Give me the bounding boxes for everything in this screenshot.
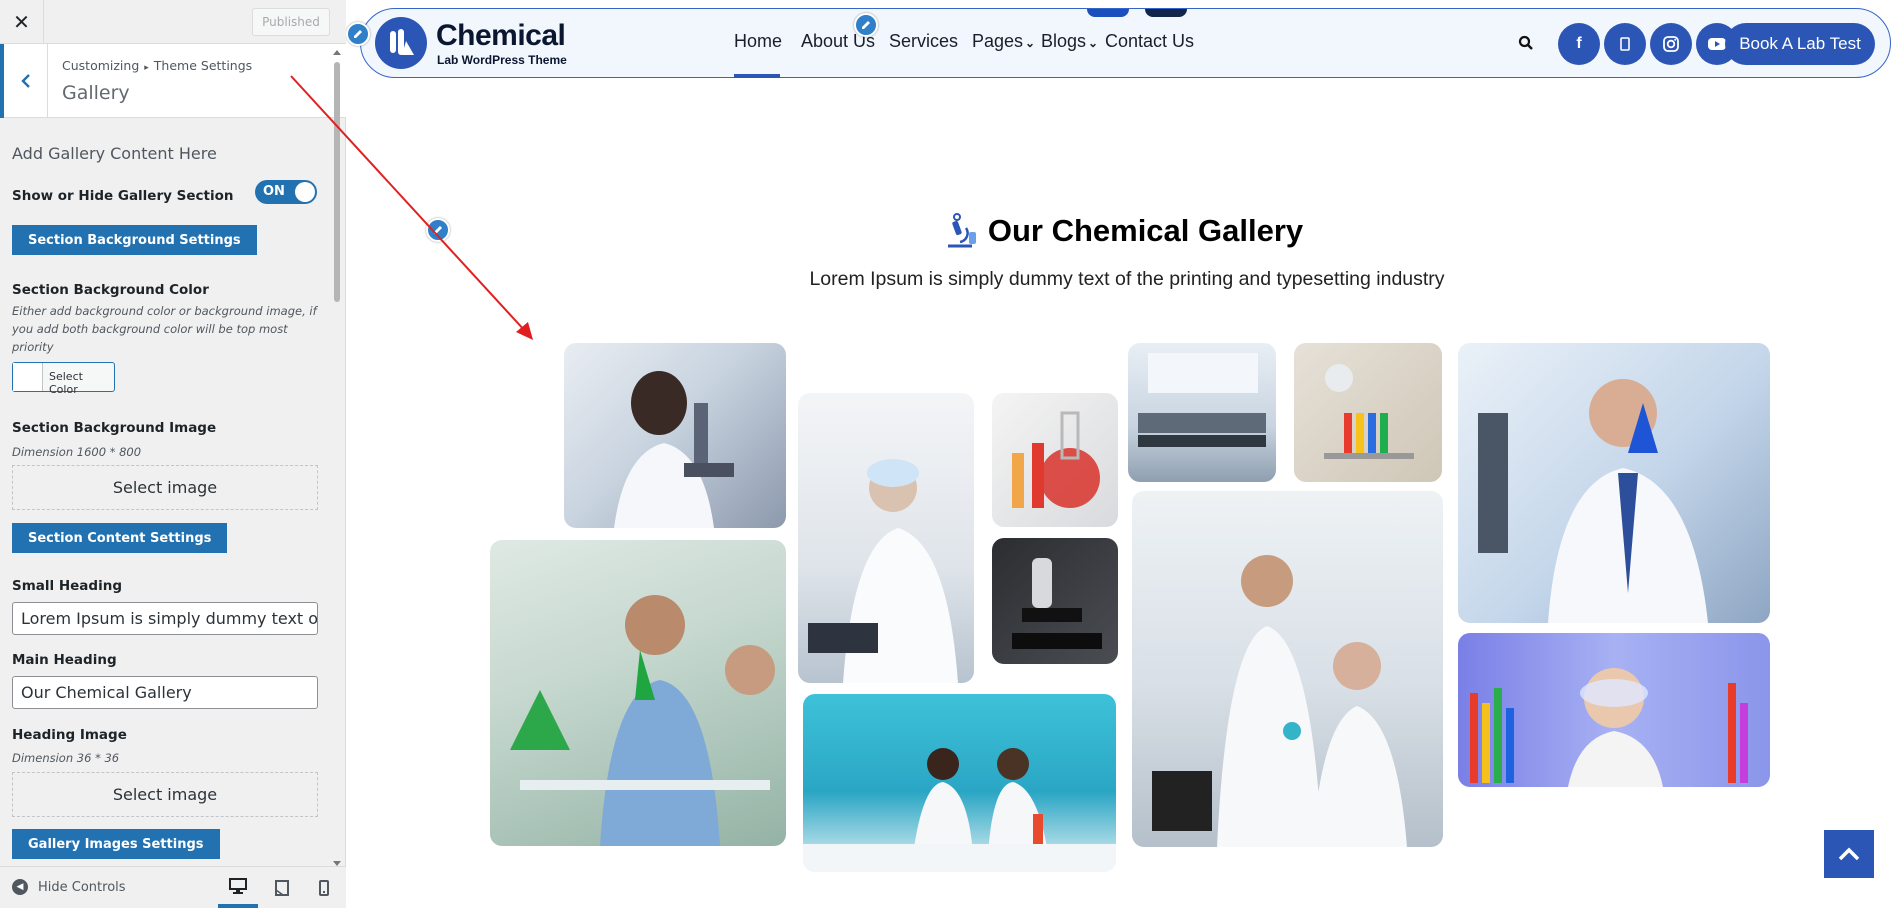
customizer-topbar: ✕ Published: [0, 0, 346, 44]
sidebar-scrollbar[interactable]: [332, 50, 342, 866]
gallery-subtitle: Lorem Ipsum is simply dummy text of the …: [809, 268, 1445, 290]
tablet-preview-button[interactable]: [262, 867, 302, 908]
gallery-image-test-tubes[interactable]: [1294, 343, 1442, 482]
edit-shortcut-pencil-icon[interactable]: [854, 13, 878, 37]
section-title: Gallery: [62, 82, 130, 104]
gallery-image-lab-room[interactable]: [1128, 343, 1276, 482]
section-header: Customizing ▸ Theme Settings Gallery: [0, 44, 346, 118]
close-customizer-button[interactable]: ✕: [0, 0, 44, 44]
mobile-icon: [319, 879, 329, 896]
chevron-down-icon: ⌄: [1025, 36, 1036, 50]
mobile-preview-button[interactable]: [304, 867, 344, 908]
mobile-icon[interactable]: [1604, 23, 1646, 65]
chevron-down-icon: ⌄: [1088, 36, 1099, 50]
nav-blogs[interactable]: Blogs ⌄: [1041, 31, 1098, 52]
gallery-image-lab-team[interactable]: [490, 540, 786, 846]
section-background-settings-button[interactable]: Section Background Settings: [12, 225, 257, 255]
book-lab-test-button[interactable]: Book A Lab Test: [1725, 23, 1875, 65]
section-content-settings-button[interactable]: Section Content Settings: [12, 523, 228, 553]
instagram-icon[interactable]: [1650, 23, 1692, 65]
select-bg-image-button[interactable]: Select image: [12, 465, 318, 510]
main-heading-input[interactable]: Our Chemical Gallery: [12, 676, 318, 709]
breadcrumb-separator-icon: ▸: [144, 63, 149, 73]
select-color-label: Select Color: [49, 370, 83, 396]
gallery-heading: Our Chemical Gallery: [346, 212, 1899, 250]
bg-color-description: Either add background color or backgroun…: [12, 304, 317, 354]
close-icon: ✕: [13, 10, 30, 34]
flask-logo-icon: [390, 29, 414, 55]
breadcrumb-theme-settings: Theme Settings: [153, 58, 253, 73]
gallery-image-microscope-scientist[interactable]: [564, 343, 786, 528]
chevron-left-icon: [20, 74, 30, 88]
nav-home[interactable]: Home: [734, 31, 782, 52]
microscope-heading-icon: [947, 213, 976, 248]
nav-active-indicator: [734, 74, 780, 78]
bg-color-label: Section Background Color: [12, 282, 209, 298]
hide-controls-icon: ◀: [12, 879, 28, 895]
published-button[interactable]: Published: [252, 8, 330, 36]
gallery-intro-text: Add Gallery Content Here: [12, 144, 217, 163]
logo-title[interactable]: Chemical: [436, 19, 566, 53]
color-swatch: [13, 363, 43, 391]
nav-pages-label: Pages: [972, 31, 1024, 51]
breadcrumb-customizing: Customizing: [62, 58, 140, 73]
bg-image-label: Section Background Image: [12, 420, 217, 436]
nav-blogs-label: Blogs: [1041, 31, 1087, 51]
show-gallery-toggle[interactable]: ON: [255, 180, 317, 204]
header-accent-tab: [1087, 9, 1129, 17]
customizer-footer: ◀ Hide Controls: [0, 866, 346, 908]
site-header: Chemical Lab WordPress Theme Home About …: [360, 8, 1891, 78]
gallery-image-lab-workers-blue[interactable]: [803, 694, 1116, 872]
nav-pages[interactable]: Pages ⌄: [972, 31, 1035, 52]
gallery-image-colorful-tubes[interactable]: [1458, 633, 1770, 787]
desktop-preview-button[interactable]: [218, 867, 258, 908]
site-logo[interactable]: [375, 17, 427, 69]
search-icon[interactable]: [1518, 35, 1534, 56]
facebook-icon[interactable]: f: [1558, 23, 1600, 65]
tablet-icon: [275, 879, 289, 896]
scroll-to-top-button[interactable]: [1824, 830, 1874, 878]
desktop-icon: [229, 877, 247, 894]
small-heading-label: Small Heading: [12, 578, 122, 594]
logo-subtitle: Lab WordPress Theme: [437, 53, 567, 67]
header-accent-tab-dark: [1145, 9, 1187, 17]
gallery-image-scientist-blue-flask[interactable]: [1458, 343, 1770, 623]
chevron-up-icon: [1838, 847, 1860, 861]
main-heading-label: Main Heading: [12, 652, 117, 668]
toggle-on-text: ON: [263, 184, 285, 199]
breadcrumb: Customizing ▸ Theme Settings: [62, 58, 252, 73]
select-color-button[interactable]: Select Color: [12, 362, 115, 396]
gallery-image-scientist-computer[interactable]: [798, 393, 974, 683]
gallery-image-scientists-pair[interactable]: [1132, 491, 1443, 847]
site-preview: Chemical Lab WordPress Theme Home About …: [346, 0, 1899, 908]
gallery-image-microscope-closeup[interactable]: [992, 538, 1118, 664]
scroll-up-arrow-icon[interactable]: [333, 50, 341, 55]
gallery-image-red-flasks[interactable]: [992, 393, 1118, 527]
small-heading-input[interactable]: Lorem Ipsum is simply dummy text of the …: [12, 602, 318, 635]
bg-image-dimension: Dimension 1600 * 800: [12, 445, 142, 459]
nav-contact-us[interactable]: Contact Us: [1105, 31, 1194, 52]
customizer-sidebar: ✕ Published Customizing ▸ Theme Settings G…: [0, 0, 346, 908]
nav-services[interactable]: Services: [889, 31, 958, 52]
heading-image-dimension: Dimension 36 * 36: [12, 751, 120, 765]
scrollbar-thumb[interactable]: [334, 62, 340, 302]
toggle-knob: [295, 182, 315, 202]
gallery-title: Our Chemical Gallery: [987, 213, 1304, 248]
hide-controls-label: Hide Controls: [38, 879, 126, 895]
edit-shortcut-pencil-icon[interactable]: [346, 22, 370, 46]
gallery-images-settings-button[interactable]: Gallery Images Settings: [12, 829, 220, 859]
heading-image-label: Heading Image: [12, 727, 127, 743]
back-button[interactable]: [0, 44, 48, 118]
hide-controls-button[interactable]: ◀ Hide Controls: [12, 879, 126, 895]
select-heading-image-button[interactable]: Select image: [12, 772, 318, 817]
show-hide-label: Show or Hide Gallery Section: [12, 188, 234, 204]
